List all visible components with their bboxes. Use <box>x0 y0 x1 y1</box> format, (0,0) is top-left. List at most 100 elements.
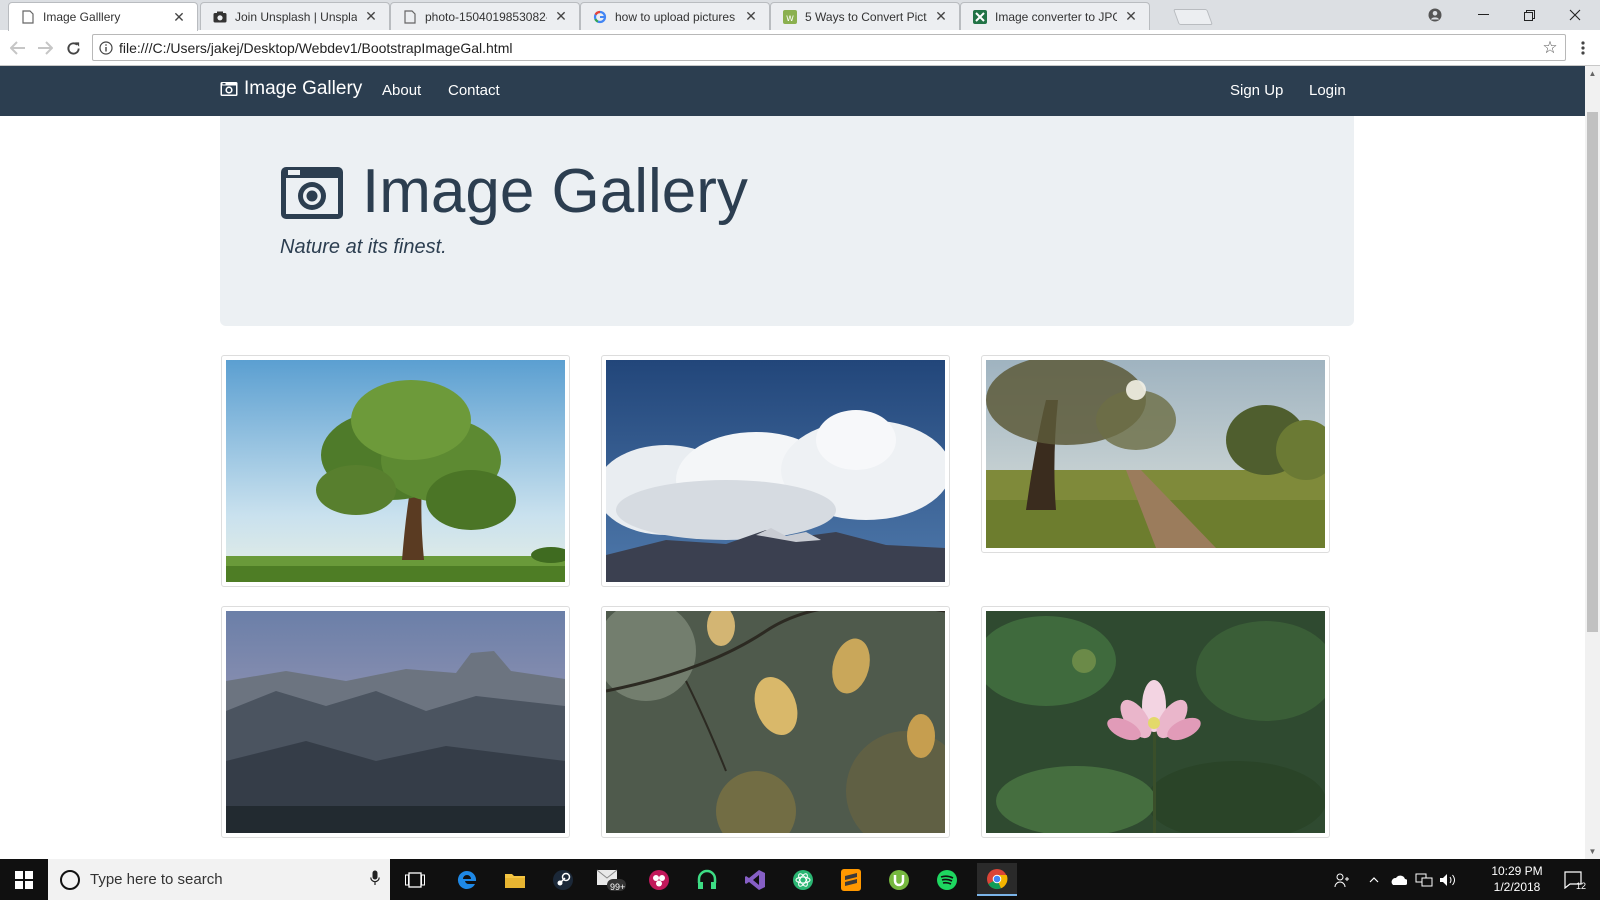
headphones-icon[interactable] <box>689 863 725 896</box>
url-text: file:///C:/Users/jakej/Desktop/Webdev1/B… <box>119 39 513 56</box>
spotify-icon[interactable] <box>929 863 965 896</box>
network-icon[interactable] <box>1412 859 1436 900</box>
nav-signup-link[interactable]: Sign Up <box>1230 82 1283 99</box>
site-navbar: Image Gallery About Contact Sign Up Logi… <box>0 66 1585 116</box>
scroll-down-icon[interactable]: ▼ <box>1585 844 1600 859</box>
camera-icon <box>220 81 238 97</box>
tab-close-icon[interactable]: ✕ <box>933 8 949 25</box>
page-scrollbar[interactable]: ▲ ▼ <box>1585 66 1600 859</box>
davinci-icon[interactable] <box>641 863 677 896</box>
tab-image-gallery[interactable]: Image Galllery ✕ <box>8 2 198 31</box>
notification-count: 12 <box>1576 881 1587 891</box>
chrome-icon[interactable] <box>977 863 1017 896</box>
windows-logo-icon <box>15 870 33 889</box>
jumbotron-tagline: Nature at its finest. <box>280 236 447 258</box>
profile-icon[interactable] <box>1412 0 1458 30</box>
search-placeholder: Type here to search <box>90 871 223 888</box>
tab-photo[interactable]: photo-1504019853082-9 ✕ <box>390 2 580 30</box>
action-center-icon[interactable]: 12 <box>1556 859 1592 900</box>
tab-join-unsplash[interactable]: Join Unsplash | Unsplash ✕ <box>200 2 390 30</box>
clock-time: 10:29 PM <box>1491 864 1543 878</box>
menu-icon[interactable] <box>1572 37 1594 59</box>
tab-image-converter[interactable]: Image converter to JPG ✕ <box>960 2 1150 30</box>
taskbar-search-box[interactable]: Type here to search <box>48 859 390 900</box>
info-icon[interactable] <box>93 40 119 55</box>
tab-title: how to upload pictures t <box>615 9 737 24</box>
converter-icon <box>973 9 987 24</box>
lotus-photo <box>986 611 1325 833</box>
windows-taskbar: Type here to search 99+ 10:29 PM 1/2/201… <box>0 859 1600 900</box>
people-icon[interactable] <box>1330 859 1354 900</box>
tab-close-icon[interactable]: ✕ <box>743 8 759 25</box>
bookmark-star-icon[interactable]: ☆ <box>1535 38 1565 58</box>
valley-photo <box>226 611 565 833</box>
svg-text:w: w <box>785 13 794 24</box>
tab-close-icon[interactable]: ✕ <box>363 8 379 25</box>
tab-close-icon[interactable]: ✕ <box>553 8 569 25</box>
minimize-icon[interactable] <box>1460 0 1506 30</box>
camera-icon <box>213 10 227 24</box>
gallery-thumbnail-leaves[interactable] <box>601 606 950 838</box>
volume-icon[interactable] <box>1436 859 1460 900</box>
nav-login-link[interactable]: Login <box>1309 82 1346 99</box>
google-icon <box>593 10 607 24</box>
gallery-thumbnail-clouds[interactable] <box>601 355 950 587</box>
new-tab-button[interactable] <box>1173 9 1213 25</box>
utorrent-icon[interactable] <box>881 863 917 896</box>
nav-about-link[interactable]: About <box>382 82 421 99</box>
tree-photo <box>226 360 565 582</box>
restore-icon[interactable] <box>1506 0 1552 30</box>
onedrive-icon[interactable] <box>1386 859 1410 900</box>
clouds-photo <box>606 360 945 582</box>
tab-title: Image Galllery <box>43 10 121 24</box>
browser-toolbar: file:///C:/Users/jakej/Desktop/Webdev1/B… <box>0 30 1600 66</box>
start-button[interactable] <box>0 859 48 900</box>
browser-tab-strip: Image Galllery ✕ Join Unsplash | Unsplas… <box>0 0 1600 31</box>
steam-icon[interactable] <box>545 863 581 896</box>
task-view-icon[interactable] <box>397 863 433 896</box>
tab-close-icon[interactable]: ✕ <box>1123 8 1139 25</box>
tab-title: photo-1504019853082-9 <box>425 9 547 24</box>
page-icon <box>21 10 35 24</box>
jumbotron: Image Gallery Nature at its finest. <box>220 116 1354 326</box>
leaves-photo <box>606 611 945 833</box>
nav-contact-link[interactable]: Contact <box>448 82 500 99</box>
close-window-icon[interactable] <box>1552 0 1598 30</box>
jumbotron-heading: Image Gallery <box>280 156 748 228</box>
gallery-thumbnail-lotus[interactable] <box>981 606 1330 838</box>
mail-icon[interactable]: 99+ <box>593 863 629 896</box>
page-viewport: Image Gallery About Contact Sign Up Logi… <box>0 66 1585 859</box>
tab-title: Join Unsplash | Unsplash <box>235 9 357 24</box>
camera-icon <box>280 164 344 220</box>
tab-wikihow[interactable]: w 5 Ways to Convert Pictur ✕ <box>770 2 960 30</box>
mail-badge: 99+ <box>610 882 626 892</box>
park-path-photo <box>986 360 1325 548</box>
gallery-thumbnail-tree[interactable] <box>221 355 570 587</box>
gallery-thumbnail-park-path[interactable] <box>981 355 1330 553</box>
tab-title: 5 Ways to Convert Pictur <box>805 9 927 24</box>
address-bar[interactable]: file:///C:/Users/jakej/Desktop/Webdev1/B… <box>92 34 1566 61</box>
reload-icon[interactable] <box>62 37 84 59</box>
navbar-brand[interactable]: Image Gallery <box>220 78 362 100</box>
brand-label: Image Gallery <box>244 78 363 99</box>
cortana-icon <box>60 869 80 890</box>
scroll-up-icon[interactable]: ▲ <box>1585 66 1600 81</box>
jumbotron-title: Image Gallery <box>362 157 748 226</box>
clock-date: 1/2/2018 <box>1493 880 1541 894</box>
forward-icon[interactable] <box>34 37 56 59</box>
wikihow-icon: w <box>783 9 797 24</box>
back-icon[interactable] <box>7 37 29 59</box>
page-icon <box>403 9 417 24</box>
file-explorer-icon[interactable] <box>497 863 533 896</box>
sublime-text-icon[interactable] <box>833 863 869 896</box>
system-clock[interactable]: 10:29 PM 1/2/2018 <box>1487 863 1547 895</box>
scrollbar-thumb[interactable] <box>1587 112 1598 632</box>
gallery-thumbnail-valley[interactable] <box>221 606 570 838</box>
tab-google-search[interactable]: how to upload pictures t ✕ <box>580 2 770 30</box>
chevron-up-icon[interactable] <box>1364 859 1384 900</box>
edge-icon[interactable] <box>449 863 485 896</box>
atom-icon[interactable] <box>785 863 821 896</box>
visual-studio-icon[interactable] <box>737 863 773 896</box>
tab-close-icon[interactable]: ✕ <box>171 9 187 26</box>
microphone-icon[interactable] <box>360 870 390 889</box>
